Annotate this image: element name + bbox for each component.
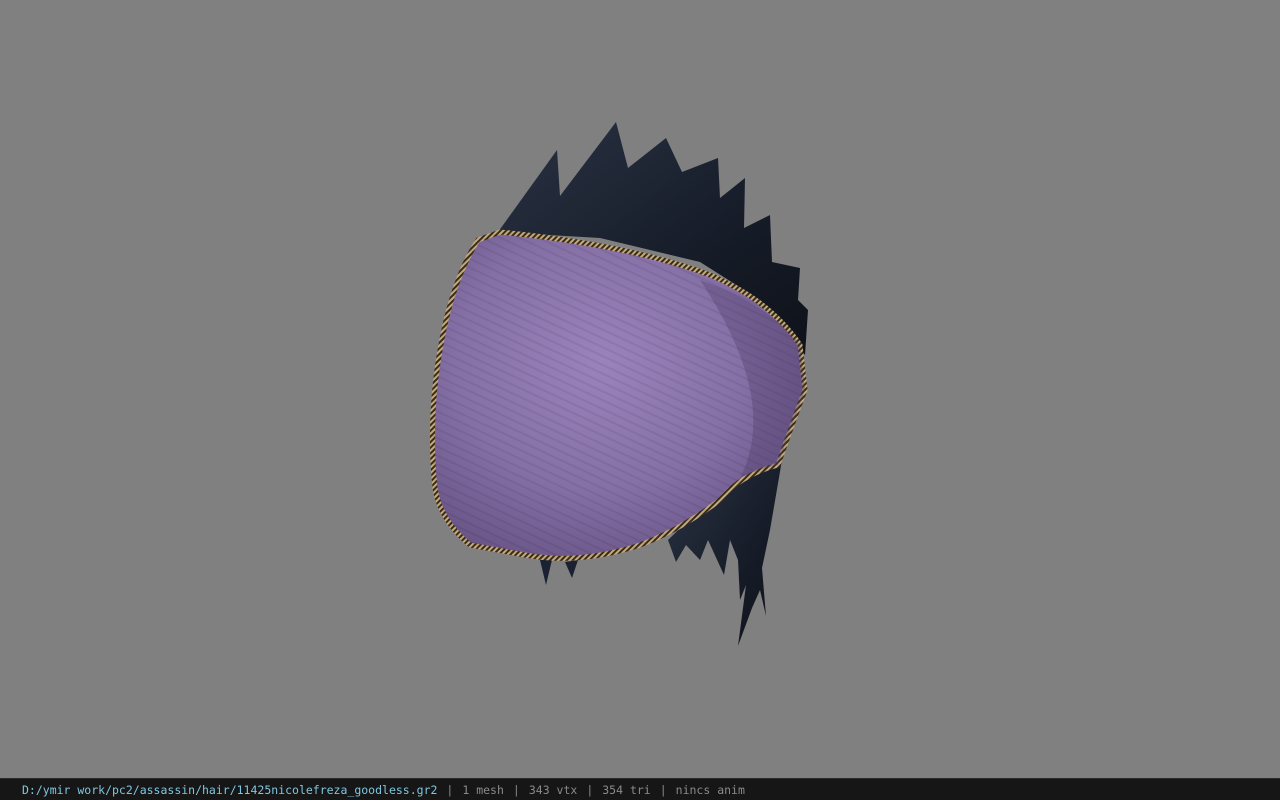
mesh-count: 1 mesh bbox=[462, 782, 504, 797]
separator: | bbox=[512, 782, 520, 797]
separator: | bbox=[659, 782, 667, 797]
file-path: D:/ymir work/pc2/assassin/hair/11425nico… bbox=[22, 782, 438, 797]
separator: | bbox=[446, 782, 454, 797]
status-bar: D:/ymir work/pc2/assassin/hair/11425nico… bbox=[0, 778, 1280, 800]
3d-viewport[interactable] bbox=[0, 0, 1280, 778]
hair-model-icon[interactable] bbox=[0, 0, 1280, 778]
hair-strand-small bbox=[540, 560, 578, 585]
vertex-count: 343 vtx bbox=[528, 782, 578, 797]
anim-status: nincs anim bbox=[675, 782, 745, 797]
triangle-count: 354 tri bbox=[602, 782, 651, 797]
separator: | bbox=[586, 782, 594, 797]
